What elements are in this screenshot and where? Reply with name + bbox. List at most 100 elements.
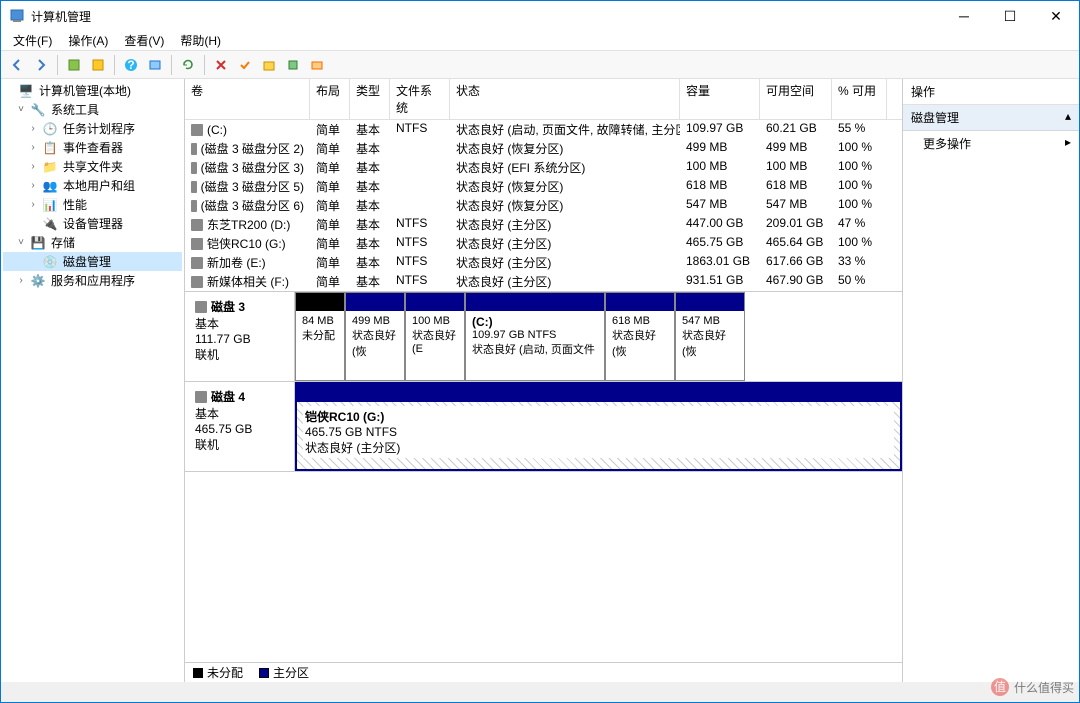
close-button[interactable]: ✕ [1033,1,1079,31]
disk-3-partition[interactable]: 100 MB状态良好 (E [405,292,465,381]
back-button[interactable] [5,53,29,77]
status-bar [1,682,1079,702]
volume-icon [191,124,203,136]
collapse-icon: ▴ [1065,109,1071,126]
volume-icon [191,219,203,231]
volume-icon [191,181,197,193]
toolbar-btn-7[interactable] [305,53,329,77]
window-title: 计算机管理 [31,8,941,25]
tools-icon: 🔧 [30,102,46,118]
disk-3-info: 磁盘 3 基本 111.77 GB 联机 [185,292,295,381]
disk-map[interactable]: 磁盘 3 基本 111.77 GB 联机 84 MB未分配499 MB状态良好 … [185,292,902,662]
col-free[interactable]: 可用空间 [760,79,832,119]
tree-system-tools[interactable]: ˅🔧系统工具 [3,100,182,119]
actions-section[interactable]: 磁盘管理▴ [903,105,1079,131]
menu-file[interactable]: 文件(F) [5,30,60,51]
col-layout[interactable]: 布局 [310,79,350,119]
col-capacity[interactable]: 容量 [680,79,760,119]
legend-primary-icon [259,668,269,678]
col-volume[interactable]: 卷 [185,79,310,119]
refresh-button[interactable] [176,53,200,77]
tree-performance[interactable]: ›📊性能 [3,195,182,214]
svg-text:?: ? [127,58,134,72]
legend-unallocated-icon [193,668,203,678]
legend: 未分配 主分区 [185,662,902,682]
titlebar: 计算机管理 ─ ☐ ✕ [1,1,1079,31]
help-icon[interactable]: ? [119,53,143,77]
watermark: 值 什么值得买 [990,677,1074,697]
volume-list-header: 卷 布局 类型 文件系统 状态 容量 可用空间 % 可用 [185,79,902,120]
volume-icon [191,238,203,250]
volume-row[interactable]: 新媒体相关 (F:)简单基本NTFS状态良好 (主分区)931.51 GB467… [185,272,902,291]
folder-icon: 📁 [42,159,58,175]
disk-icon: 💿 [42,254,58,270]
toolbar: ? [1,51,1079,79]
disk-icon [195,301,207,313]
minimize-button[interactable]: ─ [941,1,987,31]
svg-text:值: 值 [994,679,1006,694]
forward-button[interactable] [29,53,53,77]
disk-3-partition[interactable]: 547 MB状态良好 (恢 [675,292,745,381]
tree-services[interactable]: ›⚙️服务和应用程序 [3,271,182,290]
disk-3-partition[interactable]: 618 MB状态良好 (恢 [605,292,675,381]
menubar: 文件(F) 操作(A) 查看(V) 帮助(H) [1,31,1079,51]
tree-shared-folders[interactable]: ›📁共享文件夹 [3,157,182,176]
col-status[interactable]: 状态 [450,79,680,119]
chevron-right-icon: ▸ [1065,135,1071,152]
perf-icon: 📊 [42,197,58,213]
volume-icon [191,200,197,212]
app-icon [9,8,25,24]
volume-row[interactable]: (磁盘 3 磁盘分区 5)简单基本状态良好 (恢复分区)618 MB618 MB… [185,177,902,196]
delete-button[interactable] [209,53,233,77]
volume-row[interactable]: 铠侠RC10 (G:)简单基本NTFS状态良好 (主分区)465.75 GB46… [185,234,902,253]
volume-icon [191,257,203,269]
services-icon: ⚙️ [30,273,46,289]
disk-3-partition[interactable]: 84 MB未分配 [295,292,345,381]
menu-help[interactable]: 帮助(H) [172,30,229,51]
disk-4-info: 磁盘 4 基本 465.75 GB 联机 [185,382,295,471]
disk-4-partition[interactable]: 铠侠RC10 (G:) 465.75 GB NTFS 状态良好 (主分区) [295,382,902,471]
toolbar-btn-6[interactable] [281,53,305,77]
actions-header: 操作 [903,79,1079,105]
volume-row[interactable]: (磁盘 3 磁盘分区 6)简单基本状态良好 (恢复分区)547 MB547 MB… [185,196,902,215]
tree-device-manager[interactable]: 🔌设备管理器 [3,214,182,233]
disk-4-block[interactable]: 磁盘 4 基本 465.75 GB 联机 铠侠RC10 (G:) 465.75 … [185,382,902,472]
event-icon: 📋 [42,140,58,156]
volume-icon [191,143,197,155]
device-icon: 🔌 [42,216,58,232]
navigation-tree[interactable]: 🖥️计算机管理(本地) ˅🔧系统工具 ›🕒任务计划程序 ›📋事件查看器 ›📁共享… [1,79,185,682]
tree-local-users[interactable]: ›👥本地用户和组 [3,176,182,195]
volume-row[interactable]: (C:)简单基本NTFS状态良好 (启动, 页面文件, 故障转储, 主分区)10… [185,120,902,139]
toolbar-btn-2[interactable] [86,53,110,77]
menu-view[interactable]: 查看(V) [116,30,172,51]
tree-storage[interactable]: ˅💾存储 [3,233,182,252]
storage-icon: 💾 [30,235,46,251]
disk-3-partition[interactable]: (C:)109.97 GB NTFS状态良好 (启动, 页面文件 [465,292,605,381]
col-filesystem[interactable]: 文件系统 [390,79,450,119]
volume-list[interactable]: 卷 布局 类型 文件系统 状态 容量 可用空间 % 可用 (C:)简单基本NTF… [185,79,902,292]
users-icon: 👥 [42,178,58,194]
toolbar-btn-1[interactable] [62,53,86,77]
more-actions[interactable]: 更多操作▸ [903,131,1079,156]
volume-row[interactable]: (磁盘 3 磁盘分区 3)简单基本状态良好 (EFI 系统分区)100 MB10… [185,158,902,177]
disk-3-block[interactable]: 磁盘 3 基本 111.77 GB 联机 84 MB未分配499 MB状态良好 … [185,292,902,382]
volume-row[interactable]: (磁盘 3 磁盘分区 2)简单基本状态良好 (恢复分区)499 MB499 MB… [185,139,902,158]
volume-icon [191,276,203,288]
disk-3-partition[interactable]: 499 MB状态良好 (恢 [345,292,405,381]
volume-row[interactable]: 新加卷 (E:)简单基本NTFS状态良好 (主分区)1863.01 GB617.… [185,253,902,272]
center-panel: 卷 布局 类型 文件系统 状态 容量 可用空间 % 可用 (C:)简单基本NTF… [185,79,903,682]
volume-row[interactable]: 东芝TR200 (D:)简单基本NTFS状态良好 (主分区)447.00 GB2… [185,215,902,234]
menu-action[interactable]: 操作(A) [60,30,116,51]
tree-task-scheduler[interactable]: ›🕒任务计划程序 [3,119,182,138]
tree-event-viewer[interactable]: ›📋事件查看器 [3,138,182,157]
tree-disk-management[interactable]: 💿磁盘管理 [3,252,182,271]
maximize-button[interactable]: ☐ [987,1,1033,31]
tree-root[interactable]: 🖥️计算机管理(本地) [3,81,182,100]
col-type[interactable]: 类型 [350,79,390,119]
volume-icon [191,162,197,174]
toolbar-btn-4[interactable] [233,53,257,77]
toolbar-btn-5[interactable] [257,53,281,77]
toolbar-btn-3[interactable] [143,53,167,77]
disk-icon [195,391,207,403]
col-percent[interactable]: % 可用 [832,79,887,119]
